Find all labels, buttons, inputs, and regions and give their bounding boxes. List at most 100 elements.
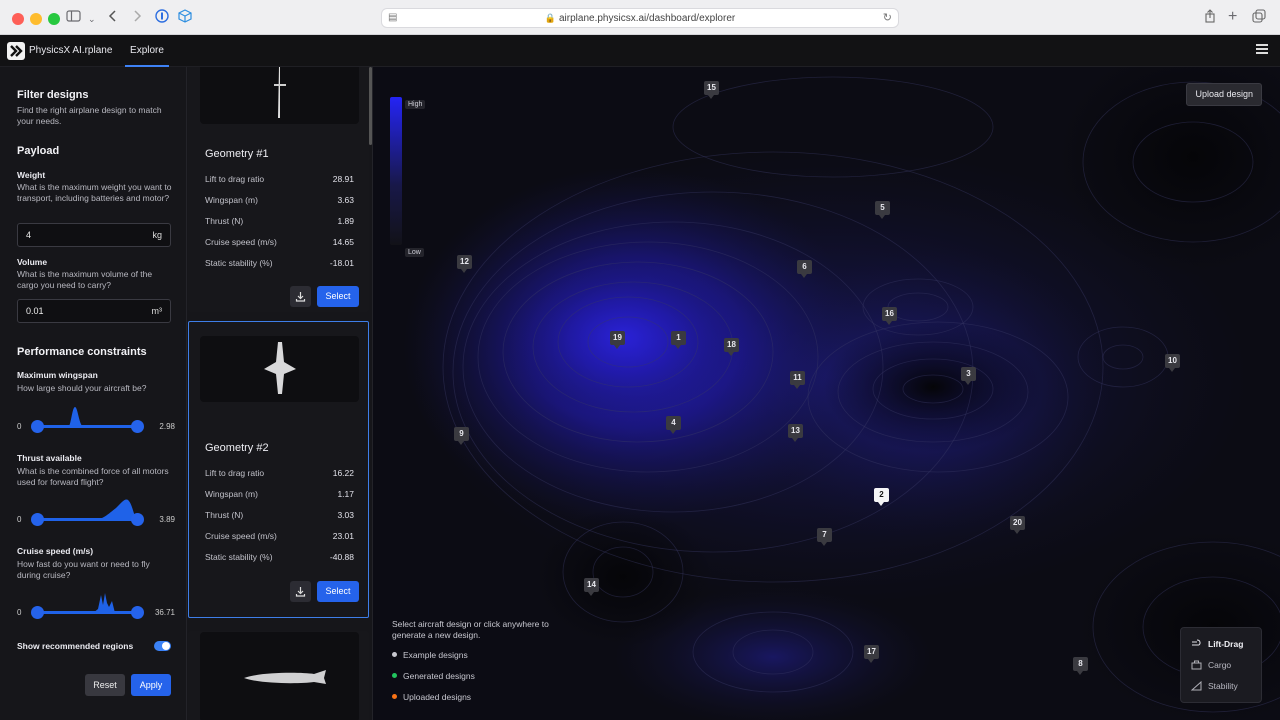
spec-row: Thrust (N) 3.03 (205, 510, 354, 520)
filter-panel: Filter designs Find the right airplane d… (0, 67, 187, 720)
download-button[interactable] (290, 286, 311, 307)
minimize-window-button[interactable] (30, 13, 42, 25)
legend-uploaded-designs: Uploaded designs (392, 692, 471, 702)
thrust-max-handle[interactable] (131, 513, 144, 526)
spec-row: Cruise speed (m/s) 23.01 (205, 531, 354, 541)
sidebar-toggle-icon[interactable] (66, 9, 82, 26)
design-marker[interactable]: 5 (875, 201, 890, 219)
share-icon[interactable] (1204, 9, 1216, 26)
select-button[interactable]: Select (317, 581, 359, 602)
design-marker[interactable]: 19 (610, 331, 625, 349)
spec-row: Wingspan (m) 3.63 (205, 195, 354, 205)
design-marker[interactable]: 7 (817, 528, 832, 546)
design-marker[interactable]: 4 (666, 416, 681, 434)
design-marker-selected[interactable]: 2 (874, 488, 889, 506)
geometry-list-scrollbar[interactable] (369, 67, 372, 145)
design-marker[interactable]: 11 (790, 371, 805, 389)
apply-button[interactable]: Apply (131, 674, 171, 696)
thrust-slider[interactable]: 0 3.89 (17, 496, 175, 526)
cruise-min: 0 (17, 608, 22, 617)
design-marker[interactable]: 8 (1073, 657, 1088, 675)
spec-row: Wingspan (m) 1.17 (205, 489, 354, 499)
weight-label: Weight (17, 170, 46, 180)
back-icon[interactable] (108, 9, 118, 26)
spec-row: Static stability (%) -40.88 (205, 552, 354, 562)
wingspan-help: How large should your aircraft be? (17, 383, 147, 393)
geometry-thumbnail (200, 632, 359, 720)
geometry-thumbnail (200, 67, 359, 124)
volume-input[interactable]: 0.01 m³ (17, 299, 171, 323)
thrust-min-handle[interactable] (31, 513, 44, 526)
volume-label: Volume (17, 257, 48, 267)
zoom-window-button[interactable] (48, 13, 60, 25)
wingspan-distribution (38, 407, 138, 427)
design-marker[interactable]: 3 (961, 367, 976, 385)
reload-icon[interactable]: ↻ (883, 9, 892, 27)
weight-input[interactable]: 4 kg (17, 223, 171, 247)
design-space-map[interactable]: High Low Upload design 15 5 12 6 16 19 1… (373, 67, 1280, 720)
design-marker[interactable]: 20 (1010, 516, 1025, 534)
url-text: airplane.physicsx.ai/dashboard/explorer (559, 13, 736, 24)
weight-unit: kg (152, 230, 162, 240)
tab-explore[interactable]: Explore (125, 35, 169, 67)
payload-title: Payload (17, 145, 60, 157)
legend-example-designs: Example designs (392, 650, 468, 660)
design-marker[interactable]: 16 (882, 307, 897, 325)
wingspan-slider[interactable]: 0 2.98 (17, 403, 175, 433)
cruise-max-handle[interactable] (131, 606, 144, 619)
address-bar[interactable]: ▤ 🔒 airplane.physicsx.ai/dashboard/explor… (381, 8, 899, 28)
thrust-label: Thrust available (17, 453, 82, 463)
close-window-button[interactable] (12, 13, 24, 25)
spec-row: Static stability (%) -18.01 (205, 258, 354, 268)
spec-row: Lift to drag ratio 28.91 (205, 174, 354, 184)
volume-help: What is the maximum volume of the cargo … (17, 269, 153, 290)
geometry-card[interactable] (188, 631, 369, 720)
weight-help: What is the maximum weight you want to t… (17, 182, 172, 203)
select-button[interactable]: Select (317, 286, 359, 307)
metric-mode-panel: Lift-Drag Cargo Stability (1180, 627, 1262, 703)
design-marker[interactable]: 10 (1165, 354, 1180, 372)
colorscale-high: High (405, 100, 426, 109)
design-marker[interactable]: 9 (454, 427, 469, 445)
wingspan-min-handle[interactable] (31, 420, 44, 433)
password-extension-icon[interactable] (155, 9, 169, 26)
wingspan-max-handle[interactable] (131, 420, 144, 433)
recommended-toggle[interactable] (154, 641, 171, 651)
lock-icon: 🔒 (544, 13, 556, 23)
forward-icon[interactable] (132, 9, 142, 26)
hamburger-menu-icon[interactable] (1256, 44, 1268, 54)
download-icon (295, 292, 306, 302)
app-header: PhysicsX AI.rplane Explore (0, 35, 1280, 67)
cube-extension-icon[interactable] (178, 9, 192, 26)
colorscale-bar (390, 97, 402, 245)
mode-cargo[interactable]: Cargo (1191, 660, 1231, 670)
physicsx-logo-icon[interactable] (7, 42, 25, 60)
design-marker[interactable]: 15 (704, 81, 719, 99)
tab-overview-icon[interactable] (1252, 9, 1266, 26)
design-marker[interactable]: 18 (724, 338, 739, 356)
download-button[interactable] (290, 581, 311, 602)
volume-unit: m³ (151, 306, 163, 316)
cruise-slider[interactable]: 0 36.71 (17, 589, 175, 619)
design-marker[interactable]: 14 (584, 578, 599, 596)
reset-button[interactable]: Reset (85, 674, 125, 696)
geometry-card-selected[interactable]: Geometry #2 Lift to drag ratio 16.22 Wing… (188, 321, 369, 618)
design-marker[interactable]: 13 (788, 424, 803, 442)
lift-drag-icon (1192, 639, 1201, 646)
geometry-list: Geometry #1 Lift to drag ratio 28.91 Wing… (187, 67, 373, 720)
mode-stability[interactable]: Stability (1190, 680, 1238, 691)
stability-icon (1190, 680, 1202, 691)
cruise-distribution (38, 593, 115, 613)
new-tab-icon[interactable]: + (1228, 9, 1237, 25)
cruise-min-handle[interactable] (31, 606, 44, 619)
chevron-down-icon[interactable]: ⌄ (88, 11, 96, 27)
thrust-min: 0 (17, 515, 22, 524)
upload-design-button[interactable]: Upload design (1186, 83, 1262, 106)
colorscale-low: Low (405, 248, 424, 257)
design-marker[interactable]: 1 (671, 331, 686, 349)
mode-lift-drag[interactable]: Lift-Drag (1191, 639, 1243, 649)
geometry-card[interactable]: Geometry #1 Lift to drag ratio 28.91 Wing… (188, 67, 369, 312)
design-marker[interactable]: 17 (864, 645, 879, 663)
design-marker[interactable]: 12 (457, 255, 472, 273)
design-marker[interactable]: 6 (797, 260, 812, 278)
